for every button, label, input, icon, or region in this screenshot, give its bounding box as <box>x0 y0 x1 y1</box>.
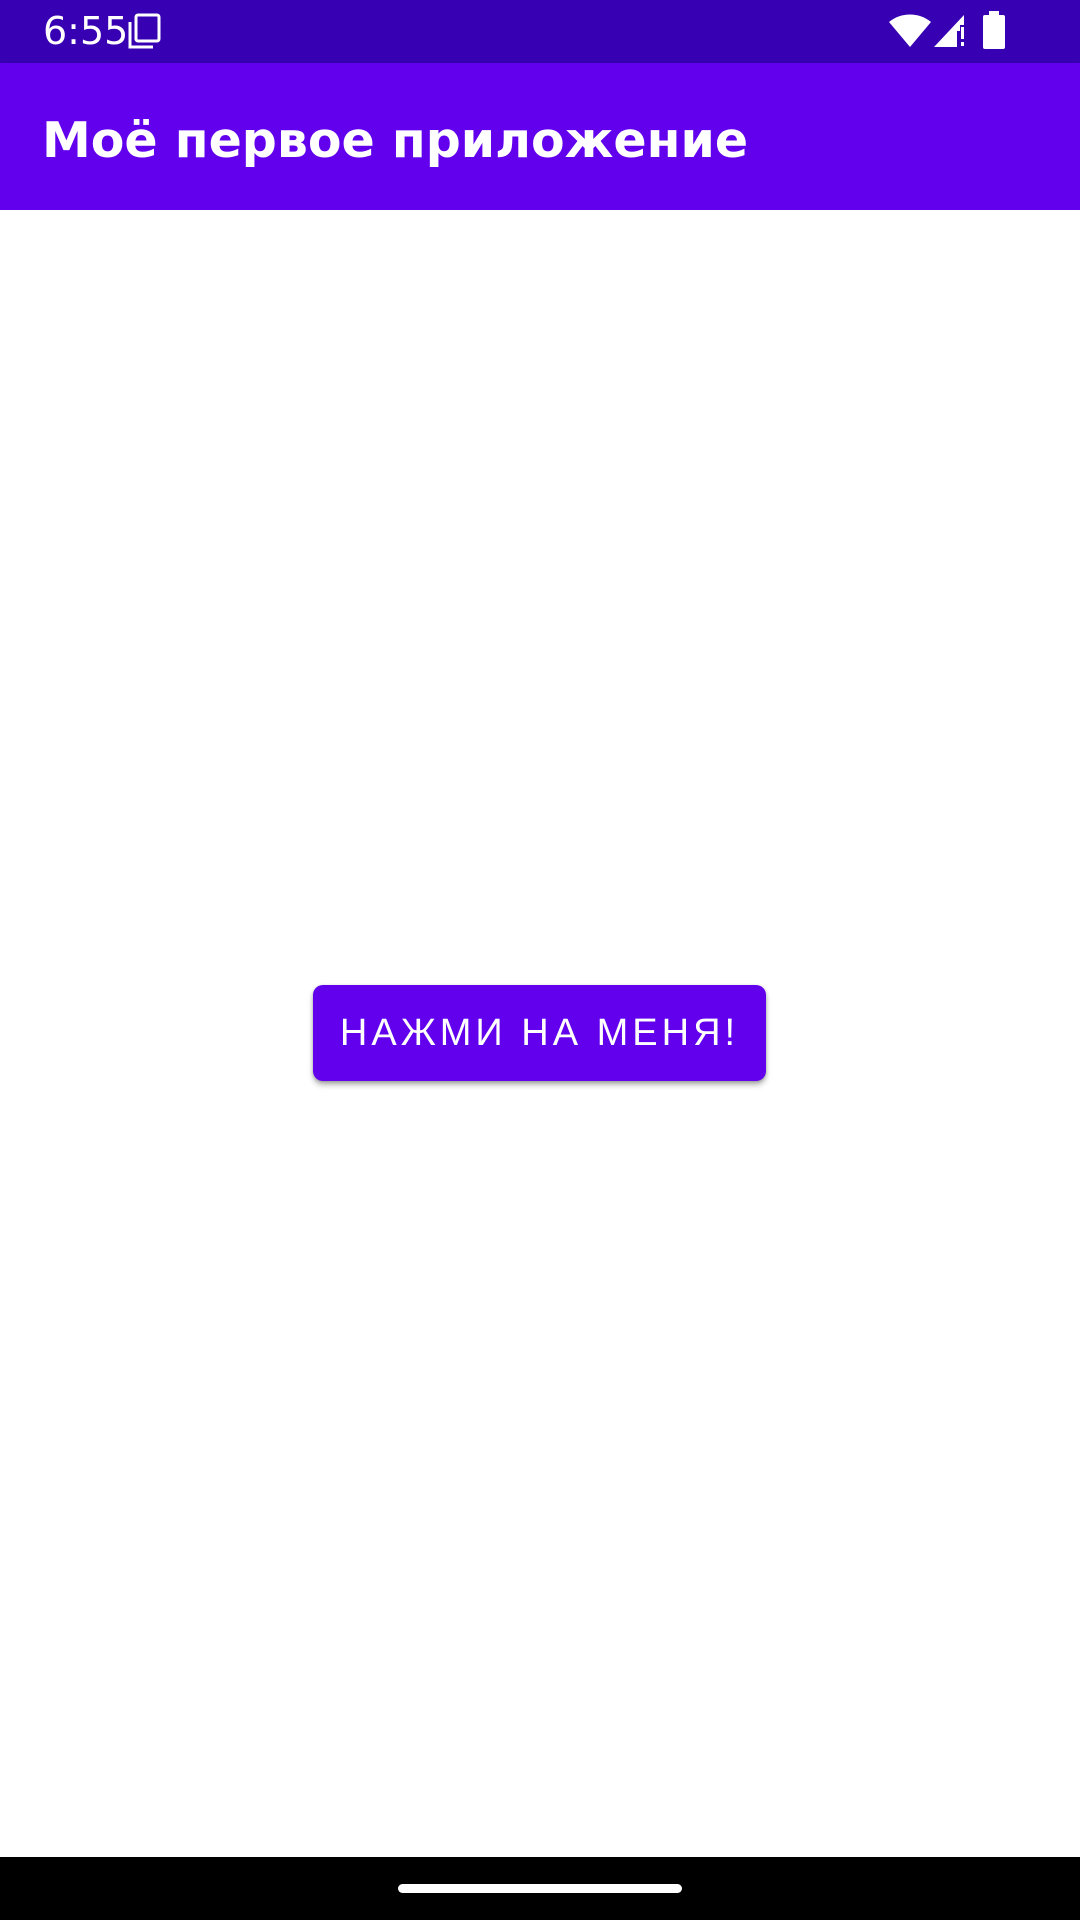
app-bar: Моё первое приложение <box>0 63 1080 210</box>
app-title: Моё первое приложение <box>42 112 749 169</box>
press-me-button[interactable]: НАЖМИ НА МЕНЯ! <box>313 985 766 1081</box>
home-gesture-handle[interactable] <box>398 1884 682 1893</box>
status-bar: 6:55 <box>0 0 1080 63</box>
battery-icon <box>983 11 1005 49</box>
status-time: 6:55 <box>43 9 129 53</box>
navigation-bar <box>0 1857 1080 1920</box>
app-screen: 6:55 Моё первое приложение НАЖМИ НА МЕНЯ… <box>0 0 1080 1920</box>
copy-icon <box>128 13 161 49</box>
wifi-icon <box>889 14 931 47</box>
signal-no-data-icon <box>934 15 964 47</box>
main-content: НАЖМИ НА МЕНЯ! <box>0 210 1080 1857</box>
